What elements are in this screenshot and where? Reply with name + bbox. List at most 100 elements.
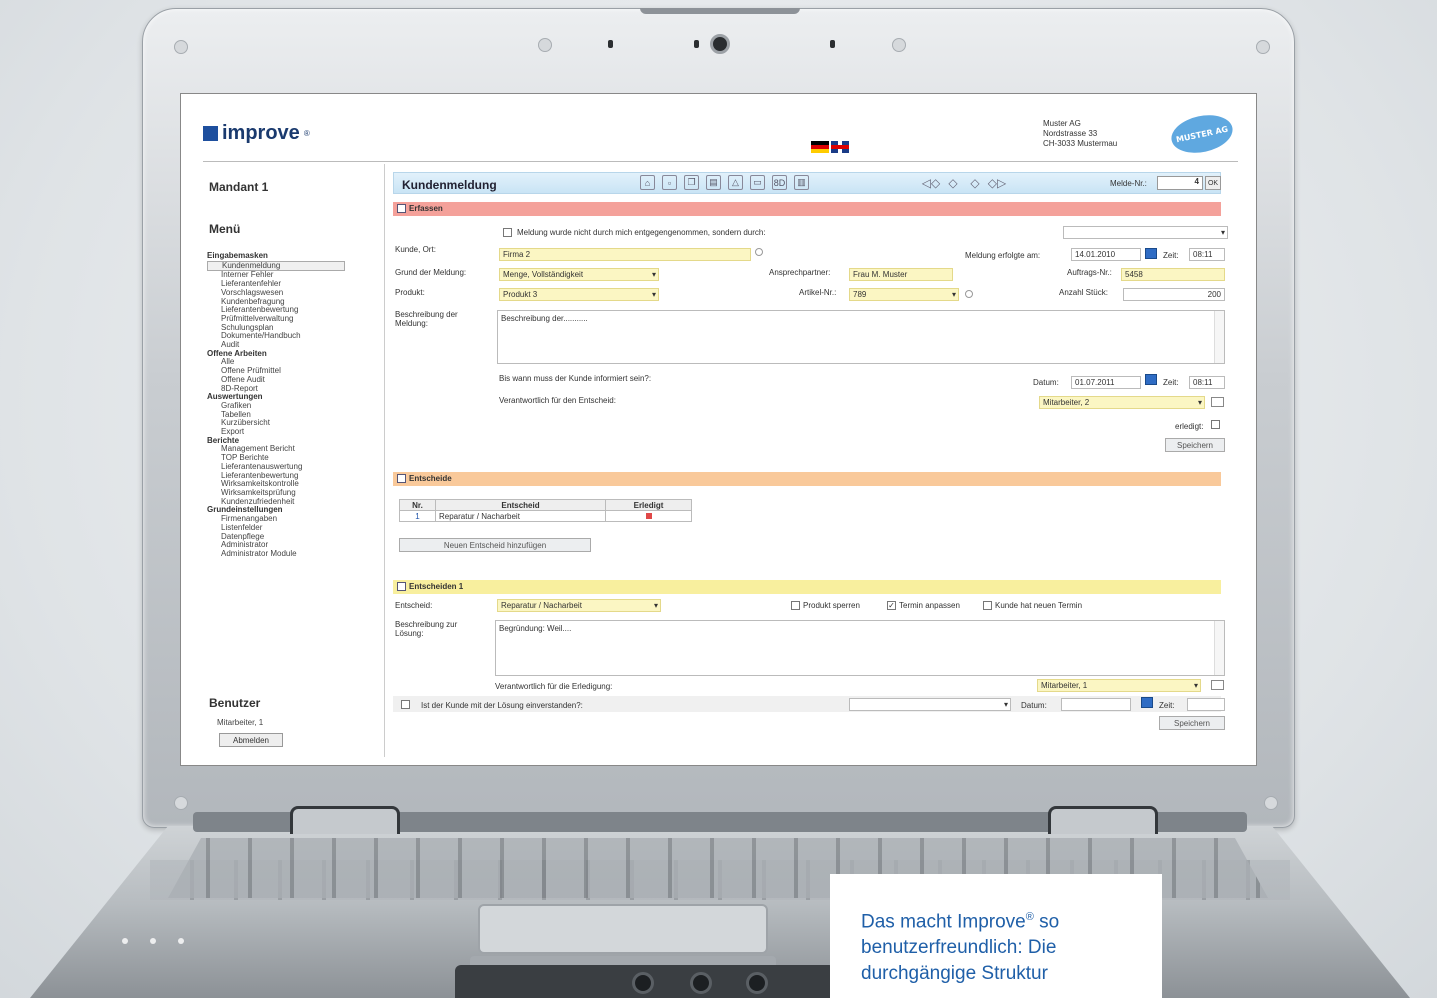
led-icon [830,40,835,48]
mail-icon[interactable] [1211,680,1224,690]
screw-icon [1256,40,1270,54]
entscheid-select[interactable]: Reparatur / Nacharbeit [497,599,661,612]
produkt-sperren-checkbox[interactable] [791,601,800,610]
address-line: CH-3033 Mustermau [1043,139,1118,148]
menu-title: Menü [209,222,241,236]
company-address: Muster AG Nordstrasse 33 CH-3033 Musterm… [1043,119,1117,149]
folder-icon[interactable]: ▭ [750,175,765,190]
row-nr[interactable]: 1 [399,510,436,522]
termin-anpassen-label: Termin anpassen [899,601,960,610]
grund-select[interactable]: Menge, Vollständigkeit [499,268,659,281]
ansprech-input[interactable]: Frau M. Muster [849,268,953,281]
collapse-icon[interactable] [397,582,406,591]
ok-button[interactable]: OK [1205,176,1221,190]
trash-icon[interactable]: ▥ [794,175,809,190]
german-flag-icon[interactable] [811,141,829,153]
add-entscheid-button[interactable]: Neuen Entscheid hinzufügen [399,538,591,552]
improve-logo: improve ® [203,122,310,145]
sidebar: Mandant 1 Menü Eingabemasken Kundenmeldun… [203,164,385,757]
port-icon [746,972,768,994]
meldenr-label: Melde-Nr.: [1110,179,1147,188]
datum-input[interactable]: 01.07.2011 [1071,376,1141,389]
section-entscheide[interactable]: Entscheide [393,472,1221,486]
copy-icon[interactable]: ❐ [684,175,699,190]
english-flag-icon[interactable] [831,141,849,153]
print-icon[interactable]: ▤ [706,175,721,190]
last-icon[interactable]: ◇▷ [988,175,1006,190]
artikel-select[interactable]: 789 [849,288,959,301]
next-icon[interactable]: ◇ [966,175,984,190]
collapse-icon[interactable] [397,474,406,483]
datum-input[interactable] [1061,698,1131,711]
stueck-input[interactable]: 200 [1123,288,1225,301]
menu-item[interactable]: Administrator Module [207,549,383,559]
touchpad [478,904,768,954]
caption-line: durchgängige Struktur [861,963,1048,985]
title-bar: Kundenmeldung ⌂ ▫ ❐ ▤ △ ▭ 8D ▥ ◁◇ ◇ ◇ ◇▷… [393,172,1221,194]
home-icon[interactable]: ⌂ [640,175,655,190]
zeit-input[interactable] [1187,698,1225,711]
produkt-sperren-label: Produkt sperren [803,601,860,610]
search-icon[interactable] [965,290,973,298]
produkt-label: Produkt: [395,288,425,297]
table-header: Erledigt [605,499,692,511]
collapse-icon[interactable] [397,204,406,213]
loesung-textarea[interactable]: Begründung: Weil.... [495,620,1225,676]
loesung-label: Beschreibung zur Lösung: [395,620,458,638]
prev-icon[interactable]: ◇ [944,175,962,190]
section-title: Entscheiden 1 [409,582,464,591]
termin-anpassen-checkbox[interactable]: ✓ [887,601,896,610]
scrollbar[interactable] [1214,621,1224,675]
port-icon [690,972,712,994]
table-header: Nr. [399,499,436,511]
zeit-label: Zeit: [1159,701,1175,710]
neuer-termin-label: Kunde hat neuen Termin [995,601,1083,610]
caption-text: so [1039,911,1060,933]
verantw-select[interactable]: Mitarbeiter, 2 [1039,396,1205,409]
section-erfassen[interactable]: Erfassen [393,202,1221,216]
zeit-input[interactable]: 08:11 [1189,248,1225,261]
calendar-icon[interactable] [1145,374,1157,385]
beschr-textarea[interactable]: Beschreibung der........... [497,310,1225,364]
save-button[interactable]: Speichern [1165,438,1225,452]
first-icon[interactable]: ◁◇ [922,175,940,190]
erfolgt-date-input[interactable]: 14.01.2010 [1071,248,1141,261]
produkt-select[interactable]: Produkt 3 [499,288,659,301]
not-received-label: Meldung wurde nicht durch mich entgegeng… [517,228,766,237]
calendar-icon[interactable] [1145,248,1157,259]
logout-button[interactable]: Abmelden [219,733,283,747]
caption-line: Das macht Improve® so [861,904,1162,935]
hinge-clip [1048,806,1158,834]
table-row[interactable]: 1 Reparatur / Nacharbeit [399,510,692,522]
new-doc-icon[interactable]: ▫ [662,175,677,190]
zeit-input[interactable]: 08:11 [1189,376,1225,389]
neuer-termin-checkbox[interactable] [983,601,992,610]
scrollbar[interactable] [1214,311,1224,363]
einverstanden-select[interactable] [849,698,1011,711]
einverstanden-checkbox[interactable] [401,700,410,709]
not-received-checkbox[interactable] [503,228,512,237]
entscheid-label: Entscheid: [395,601,433,610]
received-by-select[interactable] [1063,226,1228,239]
beschr-text: Beschreibung der........... [501,314,588,323]
calendar-icon[interactable] [1141,697,1153,708]
save-button[interactable]: Speichern [1159,716,1225,730]
pdf-icon[interactable]: △ [728,175,743,190]
kunde-input[interactable]: Firma 2 [499,248,751,261]
section-entscheiden1[interactable]: Entscheiden 1 [393,580,1221,594]
auftrag-input[interactable]: 5458 [1121,268,1225,281]
bis-wann-label: Bis wann muss der Kunde informiert sein?… [499,374,652,383]
screw-icon [174,796,188,810]
user-title: Benutzer [209,696,261,710]
erledigung-select[interactable]: Mitarbeiter, 1 [1037,679,1201,692]
datum-label: Datum: [1021,701,1047,710]
erledigt-checkbox[interactable] [1211,420,1220,429]
toolbar: ⌂ ▫ ❐ ▤ △ ▭ 8D ▥ [640,175,809,190]
beschr-label: Beschreibung der Meldung: [395,310,458,328]
mail-icon[interactable] [1211,397,1224,407]
row-entscheid: Reparatur / Nacharbeit [435,510,606,522]
search-icon[interactable] [755,248,763,256]
port-icon [632,972,654,994]
8d-icon[interactable]: 8D [772,175,787,190]
meldenr-input[interactable]: 4 [1157,176,1203,190]
